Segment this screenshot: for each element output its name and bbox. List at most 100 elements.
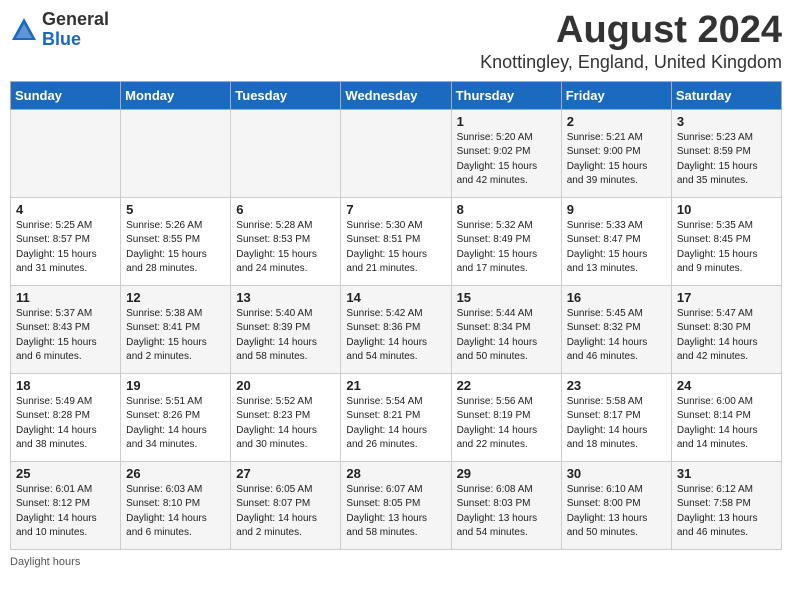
header: General Blue August 2024 Knottingley, En… [10,10,782,73]
day-info: Sunrise: 5:28 AM Sunset: 8:53 PM Dayligh… [236,219,335,277]
day-number: 25 [16,466,115,481]
calendar-day-cell: 1Sunrise: 5:20 AM Sunset: 9:02 PM Daylig… [451,109,561,197]
day-of-week-header: Wednesday [341,81,451,109]
day-info: Sunrise: 5:32 AM Sunset: 8:49 PM Dayligh… [457,219,556,277]
calendar-day-cell: 28Sunrise: 6:07 AM Sunset: 8:05 PM Dayli… [341,461,451,549]
calendar-day-cell: 6 Sunrise: 5:28 AM Sunset: 8:53 PM Daylig… [231,197,341,285]
day-info: Sunrise: 5:58 AM Sunset: 8:17 PM Dayligh… [567,395,666,453]
calendar-week-row: 1Sunrise: 5:20 AM Sunset: 9:02 PM Daylig… [11,109,782,197]
day-info: Sunrise: 6:12 AM Sunset: 7:58 PM Dayligh… [677,483,776,541]
day-number: 2 [567,114,666,129]
day-number: 18 [16,378,115,393]
logo-general-text: General [42,10,109,30]
calendar-table: SundayMondayTuesdayWednesdayThursdayFrid… [10,81,782,550]
day-info: Sunrise: 5:42 AM Sunset: 8:36 PM Dayligh… [346,307,445,365]
calendar-day-cell: 31 Sunrise: 6:12 AM Sunset: 7:58 PM Dayli… [671,461,781,549]
calendar-day-cell: 29 Sunrise: 6:08 AM Sunset: 8:03 PM Dayli… [451,461,561,549]
calendar-week-row: 25 Sunrise: 6:01 AM Sunset: 8:12 PM Dayli… [11,461,782,549]
day-info: Sunrise: 6:00 AM Sunset: 8:14 PM Dayligh… [677,395,776,453]
day-info: Sunrise: 5:23 AM Sunset: 8:59 PM Dayligh… [677,131,776,189]
day-number: 17 [677,290,776,305]
day-info: Sunrise: 5:30 AM Sunset: 8:51 PM Dayligh… [346,219,445,277]
day-number: 23 [567,378,666,393]
day-info: Sunrise: 5:56 AM Sunset: 8:19 PM Dayligh… [457,395,556,453]
calendar-day-cell: 18 Sunrise: 5:49 AM Sunset: 8:28 PM Dayli… [11,373,121,461]
calendar-day-cell: 4 Sunrise: 5:25 AM Sunset: 8:57 PM Daylig… [11,197,121,285]
calendar-day-cell: 16Sunrise: 5:45 AM Sunset: 8:32 PM Dayli… [561,285,671,373]
day-info: Sunrise: 5:54 AM Sunset: 8:21 PM Dayligh… [346,395,445,453]
calendar-day-cell [341,109,451,197]
day-number: 12 [126,290,225,305]
day-number: 27 [236,466,335,481]
calendar-day-cell: 20 Sunrise: 5:52 AM Sunset: 8:23 PM Dayli… [231,373,341,461]
day-info: Sunrise: 5:45 AM Sunset: 8:32 PM Dayligh… [567,307,666,365]
calendar-day-cell: 11 Sunrise: 5:37 AM Sunset: 8:43 PM Dayli… [11,285,121,373]
day-of-week-header: Friday [561,81,671,109]
daylight-hours-label: Daylight hours [10,556,80,568]
day-number: 26 [126,466,225,481]
day-info: Sunrise: 5:49 AM Sunset: 8:28 PM Dayligh… [16,395,115,453]
day-info: Sunrise: 5:51 AM Sunset: 8:26 PM Dayligh… [126,395,225,453]
calendar-week-row: 11 Sunrise: 5:37 AM Sunset: 8:43 PM Dayli… [11,285,782,373]
day-number: 20 [236,378,335,393]
day-number: 11 [16,290,115,305]
day-number: 10 [677,202,776,217]
day-of-week-header: Monday [121,81,231,109]
day-number: 14 [346,290,445,305]
day-info: Sunrise: 5:26 AM Sunset: 8:55 PM Dayligh… [126,219,225,277]
calendar-day-cell: 7 Sunrise: 5:30 AM Sunset: 8:51 PM Daylig… [341,197,451,285]
footer-note: Daylight hours [10,556,782,568]
day-of-week-header: Sunday [11,81,121,109]
day-info: Sunrise: 5:37 AM Sunset: 8:43 PM Dayligh… [16,307,115,365]
calendar-day-cell: 27 Sunrise: 6:05 AM Sunset: 8:07 PM Dayli… [231,461,341,549]
day-number: 5 [126,202,225,217]
day-of-week-header: Tuesday [231,81,341,109]
day-number: 29 [457,466,556,481]
day-number: 30 [567,466,666,481]
day-number: 3 [677,114,776,129]
day-of-week-header: Saturday [671,81,781,109]
day-number: 28 [346,466,445,481]
day-number: 31 [677,466,776,481]
day-number: 8 [457,202,556,217]
day-number: 22 [457,378,556,393]
day-info: Sunrise: 5:47 AM Sunset: 8:30 PM Dayligh… [677,307,776,365]
day-number: 4 [16,202,115,217]
day-number: 24 [677,378,776,393]
calendar-day-cell: 19Sunrise: 5:51 AM Sunset: 8:26 PM Dayli… [121,373,231,461]
calendar-day-cell: 22 Sunrise: 5:56 AM Sunset: 8:19 PM Dayli… [451,373,561,461]
day-info: Sunrise: 5:25 AM Sunset: 8:57 PM Dayligh… [16,219,115,277]
calendar-day-cell: 8 Sunrise: 5:32 AM Sunset: 8:49 PM Daylig… [451,197,561,285]
calendar-day-cell: 25 Sunrise: 6:01 AM Sunset: 8:12 PM Dayli… [11,461,121,549]
calendar-day-cell [231,109,341,197]
day-info: Sunrise: 5:52 AM Sunset: 8:23 PM Dayligh… [236,395,335,453]
calendar-day-cell: 21Sunrise: 5:54 AM Sunset: 8:21 PM Dayli… [341,373,451,461]
calendar-day-cell: 3 Sunrise: 5:23 AM Sunset: 8:59 PM Daylig… [671,109,781,197]
day-info: Sunrise: 5:38 AM Sunset: 8:41 PM Dayligh… [126,307,225,365]
calendar-day-cell: 15 Sunrise: 5:44 AM Sunset: 8:34 PM Dayli… [451,285,561,373]
calendar-day-cell: 9Sunrise: 5:33 AM Sunset: 8:47 PM Daylig… [561,197,671,285]
day-number: 7 [346,202,445,217]
calendar-day-cell [121,109,231,197]
title-area: August 2024 Knottingley, England, United… [480,10,782,73]
day-number: 13 [236,290,335,305]
calendar-header-row: SundayMondayTuesdayWednesdayThursdayFrid… [11,81,782,109]
day-info: Sunrise: 6:05 AM Sunset: 8:07 PM Dayligh… [236,483,335,541]
day-info: Sunrise: 5:20 AM Sunset: 9:02 PM Dayligh… [457,131,556,189]
day-info: Sunrise: 6:08 AM Sunset: 8:03 PM Dayligh… [457,483,556,541]
day-info: Sunrise: 6:03 AM Sunset: 8:10 PM Dayligh… [126,483,225,541]
calendar-week-row: 4 Sunrise: 5:25 AM Sunset: 8:57 PM Daylig… [11,197,782,285]
day-info: Sunrise: 6:01 AM Sunset: 8:12 PM Dayligh… [16,483,115,541]
calendar-day-cell: 23 Sunrise: 5:58 AM Sunset: 8:17 PM Dayli… [561,373,671,461]
calendar-day-cell: 10Sunrise: 5:35 AM Sunset: 8:45 PM Dayli… [671,197,781,285]
day-info: Sunrise: 5:21 AM Sunset: 9:00 PM Dayligh… [567,131,666,189]
day-number: 9 [567,202,666,217]
day-of-week-header: Thursday [451,81,561,109]
day-number: 6 [236,202,335,217]
location-title: Knottingley, England, United Kingdom [480,52,782,73]
day-number: 15 [457,290,556,305]
logo-icon [10,16,38,44]
calendar-week-row: 18 Sunrise: 5:49 AM Sunset: 8:28 PM Dayli… [11,373,782,461]
day-info: Sunrise: 5:40 AM Sunset: 8:39 PM Dayligh… [236,307,335,365]
day-info: Sunrise: 5:44 AM Sunset: 8:34 PM Dayligh… [457,307,556,365]
